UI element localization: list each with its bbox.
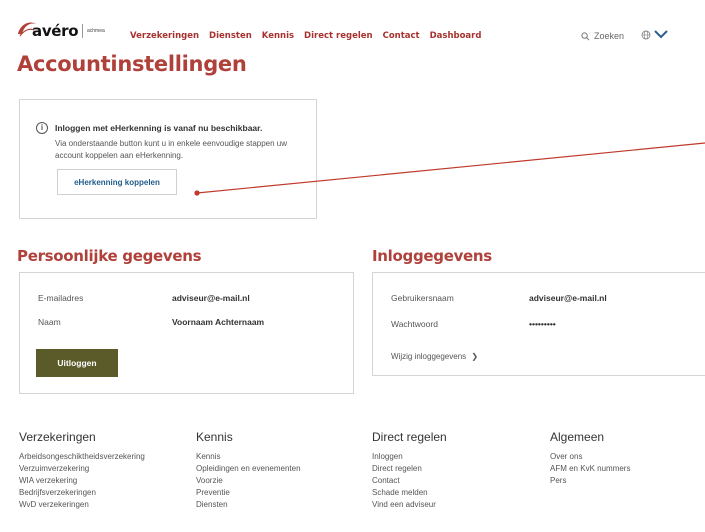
footer-link[interactable]: Contact: [372, 475, 447, 487]
footer-link[interactable]: Verzuimverzekering: [19, 463, 145, 475]
footer-link[interactable]: Diensten: [196, 499, 301, 511]
footer-column-algemeen: Algemeen Over ons AFM en KvK nummers Per…: [550, 430, 630, 487]
chevron-down-icon[interactable]: [654, 29, 668, 39]
footer-column-kennis: Kennis Kennis Opleidingen en evenementen…: [196, 430, 301, 511]
footer-link[interactable]: WvD verzekeringen: [19, 499, 145, 511]
chevron-right-icon: ❯: [471, 352, 479, 361]
search-label: Zoeken: [594, 31, 625, 41]
page-title: Accountinstellingen: [17, 52, 247, 76]
footer-link[interactable]: Schade melden: [372, 487, 447, 499]
email-label: E-mailadres: [38, 293, 84, 303]
footer-link[interactable]: Arbeidsongeschiktheidsverzekering: [19, 451, 145, 463]
footer-link[interactable]: Inloggen: [372, 451, 447, 463]
password-label: Wachtwoord: [391, 319, 438, 329]
nav-item-diensten[interactable]: Diensten: [209, 31, 252, 41]
footer-link[interactable]: Preventie: [196, 487, 301, 499]
logo-divider: [82, 24, 83, 38]
edit-login-link[interactable]: Wijzig inloggegevens ❯: [391, 352, 478, 361]
footer-link[interactable]: Direct regelen: [372, 463, 447, 475]
login-card: Gebruikersnaam adviseur@e-mail.nl Wachtw…: [372, 272, 705, 376]
logout-button[interactable]: Uitloggen: [36, 349, 118, 377]
nav-item-verzekeringen[interactable]: Verzekeringen: [130, 31, 199, 41]
username-label: Gebruikersnaam: [391, 293, 454, 303]
logo-text: avéro: [32, 22, 79, 40]
footer-heading: Algemeen: [550, 430, 605, 444]
language-button[interactable]: [641, 30, 651, 43]
search-icon: [581, 31, 590, 40]
footer-column-direct-regelen: Direct regelen Inloggen Direct regelen C…: [372, 430, 447, 511]
notice-body: Via onderstaande button kunt u in enkele…: [55, 139, 288, 160]
username-value: adviseur@e-mail.nl: [529, 293, 607, 303]
footer-link[interactable]: Over ons: [550, 451, 630, 463]
login-heading: Inloggegevens: [372, 247, 492, 265]
footer-heading: Direct regelen: [372, 430, 447, 444]
personal-card: E-mailadres adviseur@e-mail.nl Naam Voor…: [19, 272, 354, 394]
footer-link[interactable]: Kennis: [196, 451, 301, 463]
edit-login-label: Wijzig inloggegevens: [391, 352, 467, 361]
eherkenning-notice: i Inloggen met eHerkenning is vanaf nu b…: [19, 99, 317, 219]
main-nav: Verzekeringen Diensten Kennis Direct reg…: [130, 31, 491, 41]
site-header: avéro achmea Verzekeringen Diensten Kenn…: [0, 0, 705, 52]
notice-title: Inloggen met eHerkenning is vanaf nu bes…: [55, 123, 263, 133]
footer-link[interactable]: Pers: [550, 475, 630, 487]
footer-link[interactable]: Vind een adviseur: [372, 499, 447, 511]
logo-subtext: achmea: [87, 28, 105, 34]
name-value: Voornaam Achternaam: [172, 317, 265, 327]
footer-link[interactable]: Bedrijfsverzekeringen: [19, 487, 145, 499]
name-label: Naam: [38, 317, 61, 327]
eherkenning-koppelen-button[interactable]: eHerkenning koppelen: [57, 169, 177, 195]
password-value: •••••••••: [529, 319, 556, 329]
globe-icon: [641, 30, 651, 40]
nav-item-kennis[interactable]: Kennis: [262, 31, 294, 41]
footer-link[interactable]: Voorzie: [196, 475, 301, 487]
nav-item-dashboard[interactable]: Dashboard: [430, 31, 482, 41]
footer-heading: Verzekeringen: [19, 430, 96, 444]
avero-logo[interactable]: avéro achmea: [16, 18, 128, 44]
footer-link[interactable]: WIA verzekering: [19, 475, 145, 487]
footer-heading: Kennis: [196, 430, 233, 444]
footer-link[interactable]: Opleidingen en evenementen: [196, 463, 301, 475]
nav-item-contact[interactable]: Contact: [383, 31, 420, 41]
search-button[interactable]: Zoeken: [581, 31, 624, 41]
personal-heading: Persoonlijke gegevens: [17, 247, 202, 265]
info-icon: i: [36, 122, 48, 134]
footer-link[interactable]: AFM en KvK nummers: [550, 463, 630, 475]
nav-item-direct-regelen[interactable]: Direct regelen: [304, 31, 373, 41]
email-value: adviseur@e-mail.nl: [172, 293, 250, 303]
footer-column-verzekeringen: Verzekeringen Arbeidsongeschiktheidsverz…: [19, 430, 145, 511]
